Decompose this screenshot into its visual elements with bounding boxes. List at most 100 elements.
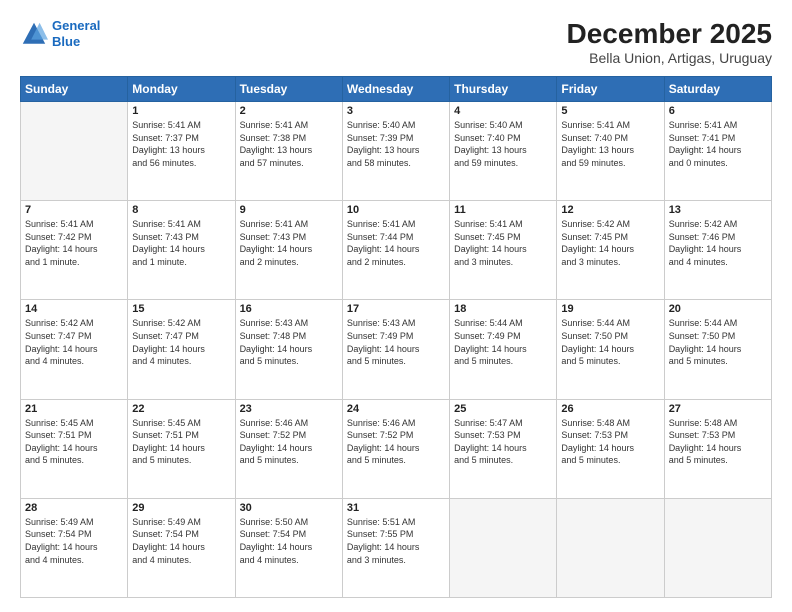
day-number: 31 — [347, 502, 445, 514]
day-number: 4 — [454, 105, 552, 117]
calendar-week-1: 1Sunrise: 5:41 AMSunset: 7:37 PMDaylight… — [21, 102, 772, 201]
logo-line2: Blue — [52, 34, 80, 49]
calendar-cell: 22Sunrise: 5:45 AMSunset: 7:51 PMDayligh… — [128, 399, 235, 498]
day-info: Sunrise: 5:50 AMSunset: 7:54 PMDaylight:… — [240, 516, 338, 566]
calendar-cell: 20 Sunrise: 5:44 AMSunset: 7:50 PMDayligh… — [664, 300, 771, 399]
calendar-cell: 16 Sunrise: 5:43 AMSunset: 7:48 PMDayligh… — [235, 300, 342, 399]
day-number: 15 — [132, 303, 230, 315]
calendar-cell: 14 Sunrise: 5:42 AMSunset: 7:47 PMDayligh… — [21, 300, 128, 399]
col-thursday: Thursday — [450, 77, 557, 102]
calendar-week-4: 21 Sunrise: 5:45 AMSunset: 7:51 PMDayligh… — [21, 399, 772, 498]
logo-text: General Blue — [52, 18, 100, 49]
calendar-cell: 28Sunrise: 5:49 AMSunset: 7:54 PMDayligh… — [21, 498, 128, 597]
calendar-cell — [450, 498, 557, 597]
day-info: Sunrise: 5:41 AMSunset: 7:41 PMDaylight:… — [669, 119, 767, 169]
day-number: 23 — [240, 403, 338, 415]
day-number: 13 — [669, 204, 767, 216]
page: General Blue December 2025 Bella Union, … — [0, 0, 792, 612]
day-number: 24 — [347, 403, 445, 415]
col-sunday: Sunday — [21, 77, 128, 102]
day-info: Sunrise: 5:49 AMSunset: 7:54 PMDaylight:… — [25, 516, 123, 566]
calendar-cell: 26 Sunrise: 5:48 AMSunset: 7:53 PMDayligh… — [557, 399, 664, 498]
day-info: Sunrise: 5:48 AMSunset: 7:53 PMDaylight:… — [669, 417, 767, 467]
calendar-table: Sunday Monday Tuesday Wednesday Thursday… — [20, 76, 772, 598]
calendar-cell: 6 Sunrise: 5:41 AMSunset: 7:41 PMDaylight… — [664, 102, 771, 201]
day-number: 2 — [240, 105, 338, 117]
day-number: 6 — [669, 105, 767, 117]
day-number: 21 — [25, 403, 123, 415]
day-number: 30 — [240, 502, 338, 514]
calendar-cell: 2 Sunrise: 5:41 AMSunset: 7:38 PMDaylight… — [235, 102, 342, 201]
day-info: Sunrise: 5:48 AMSunset: 7:53 PMDaylight:… — [561, 417, 659, 467]
calendar-cell: 25Sunrise: 5:47 AMSunset: 7:53 PMDayligh… — [450, 399, 557, 498]
day-info: Sunrise: 5:42 AMSunset: 7:47 PMDaylight:… — [25, 317, 123, 367]
calendar-cell: 15 Sunrise: 5:42 AMSunset: 7:47 PMDayligh… — [128, 300, 235, 399]
header: General Blue December 2025 Bella Union, … — [20, 18, 772, 66]
day-number: 26 — [561, 403, 659, 415]
calendar-cell: 17 Sunrise: 5:43 AMSunset: 7:49 PMDayligh… — [342, 300, 449, 399]
calendar-cell: 8 Sunrise: 5:41 AMSunset: 7:43 PMDaylight… — [128, 201, 235, 300]
calendar-cell: 18 Sunrise: 5:44 AMSunset: 7:49 PMDayligh… — [450, 300, 557, 399]
day-info: Sunrise: 5:41 AMSunset: 7:38 PMDaylight:… — [240, 119, 338, 169]
day-info: Sunrise: 5:41 AMSunset: 7:43 PMDaylight:… — [240, 218, 338, 268]
day-info: Sunrise: 5:44 AMSunset: 7:49 PMDaylight:… — [454, 317, 552, 367]
day-info: Sunrise: 5:45 AMSunset: 7:51 PMDaylight:… — [25, 417, 123, 467]
day-info: Sunrise: 5:44 AMSunset: 7:50 PMDaylight:… — [669, 317, 767, 367]
calendar-cell: 31 Sunrise: 5:51 AMSunset: 7:55 PMDayligh… — [342, 498, 449, 597]
calendar-week-3: 14 Sunrise: 5:42 AMSunset: 7:47 PMDayligh… — [21, 300, 772, 399]
day-info: Sunrise: 5:46 AMSunset: 7:52 PMDaylight:… — [347, 417, 445, 467]
title-block: December 2025 Bella Union, Artigas, Urug… — [567, 18, 772, 66]
calendar-cell: 13Sunrise: 5:42 AMSunset: 7:46 PMDayligh… — [664, 201, 771, 300]
day-info: Sunrise: 5:51 AMSunset: 7:55 PMDaylight:… — [347, 516, 445, 566]
day-number: 17 — [347, 303, 445, 315]
day-info: Sunrise: 5:41 AMSunset: 7:45 PMDaylight:… — [454, 218, 552, 268]
day-info: Sunrise: 5:43 AMSunset: 7:48 PMDaylight:… — [240, 317, 338, 367]
day-number: 27 — [669, 403, 767, 415]
calendar-cell: 4 Sunrise: 5:40 AMSunset: 7:40 PMDaylight… — [450, 102, 557, 201]
calendar-cell — [557, 498, 664, 597]
logo-icon — [20, 20, 48, 48]
calendar-cell: 27 Sunrise: 5:48 AMSunset: 7:53 PMDayligh… — [664, 399, 771, 498]
day-number: 14 — [25, 303, 123, 315]
day-info: Sunrise: 5:41 AMSunset: 7:44 PMDaylight:… — [347, 218, 445, 268]
calendar-cell: 1Sunrise: 5:41 AMSunset: 7:37 PMDaylight… — [128, 102, 235, 201]
calendar-week-5: 28Sunrise: 5:49 AMSunset: 7:54 PMDayligh… — [21, 498, 772, 597]
calendar-cell — [664, 498, 771, 597]
calendar-cell: 9 Sunrise: 5:41 AMSunset: 7:43 PMDaylight… — [235, 201, 342, 300]
calendar-cell: 29Sunrise: 5:49 AMSunset: 7:54 PMDayligh… — [128, 498, 235, 597]
day-number: 5 — [561, 105, 659, 117]
page-subtitle: Bella Union, Artigas, Uruguay — [567, 50, 772, 66]
calendar-cell: 10Sunrise: 5:41 AMSunset: 7:44 PMDayligh… — [342, 201, 449, 300]
day-info: Sunrise: 5:44 AMSunset: 7:50 PMDaylight:… — [561, 317, 659, 367]
calendar-cell: 11Sunrise: 5:41 AMSunset: 7:45 PMDayligh… — [450, 201, 557, 300]
calendar-cell: 12 Sunrise: 5:42 AMSunset: 7:45 PMDayligh… — [557, 201, 664, 300]
day-info: Sunrise: 5:45 AMSunset: 7:51 PMDaylight:… — [132, 417, 230, 467]
col-friday: Friday — [557, 77, 664, 102]
calendar-week-2: 7 Sunrise: 5:41 AMSunset: 7:42 PMDaylight… — [21, 201, 772, 300]
day-number: 7 — [25, 204, 123, 216]
day-info: Sunrise: 5:43 AMSunset: 7:49 PMDaylight:… — [347, 317, 445, 367]
day-number: 16 — [240, 303, 338, 315]
calendar-cell: 23 Sunrise: 5:46 AMSunset: 7:52 PMDayligh… — [235, 399, 342, 498]
col-wednesday: Wednesday — [342, 77, 449, 102]
day-info: Sunrise: 5:40 AMSunset: 7:39 PMDaylight:… — [347, 119, 445, 169]
day-info: Sunrise: 5:41 AMSunset: 7:37 PMDaylight:… — [132, 119, 230, 169]
col-saturday: Saturday — [664, 77, 771, 102]
day-info: Sunrise: 5:41 AMSunset: 7:42 PMDaylight:… — [25, 218, 123, 268]
day-info: Sunrise: 5:42 AMSunset: 7:47 PMDaylight:… — [132, 317, 230, 367]
day-info: Sunrise: 5:40 AMSunset: 7:40 PMDaylight:… — [454, 119, 552, 169]
day-number: 20 — [669, 303, 767, 315]
day-number: 12 — [561, 204, 659, 216]
calendar-cell — [21, 102, 128, 201]
day-info: Sunrise: 5:46 AMSunset: 7:52 PMDaylight:… — [240, 417, 338, 467]
day-number: 9 — [240, 204, 338, 216]
day-info: Sunrise: 5:41 AMSunset: 7:40 PMDaylight:… — [561, 119, 659, 169]
day-info: Sunrise: 5:41 AMSunset: 7:43 PMDaylight:… — [132, 218, 230, 268]
calendar-cell: 5 Sunrise: 5:41 AMSunset: 7:40 PMDaylight… — [557, 102, 664, 201]
day-number: 8 — [132, 204, 230, 216]
calendar-cell: 30 Sunrise: 5:50 AMSunset: 7:54 PMDayligh… — [235, 498, 342, 597]
day-info: Sunrise: 5:42 AMSunset: 7:45 PMDaylight:… — [561, 218, 659, 268]
day-number: 18 — [454, 303, 552, 315]
day-number: 3 — [347, 105, 445, 117]
calendar-cell: 21 Sunrise: 5:45 AMSunset: 7:51 PMDayligh… — [21, 399, 128, 498]
